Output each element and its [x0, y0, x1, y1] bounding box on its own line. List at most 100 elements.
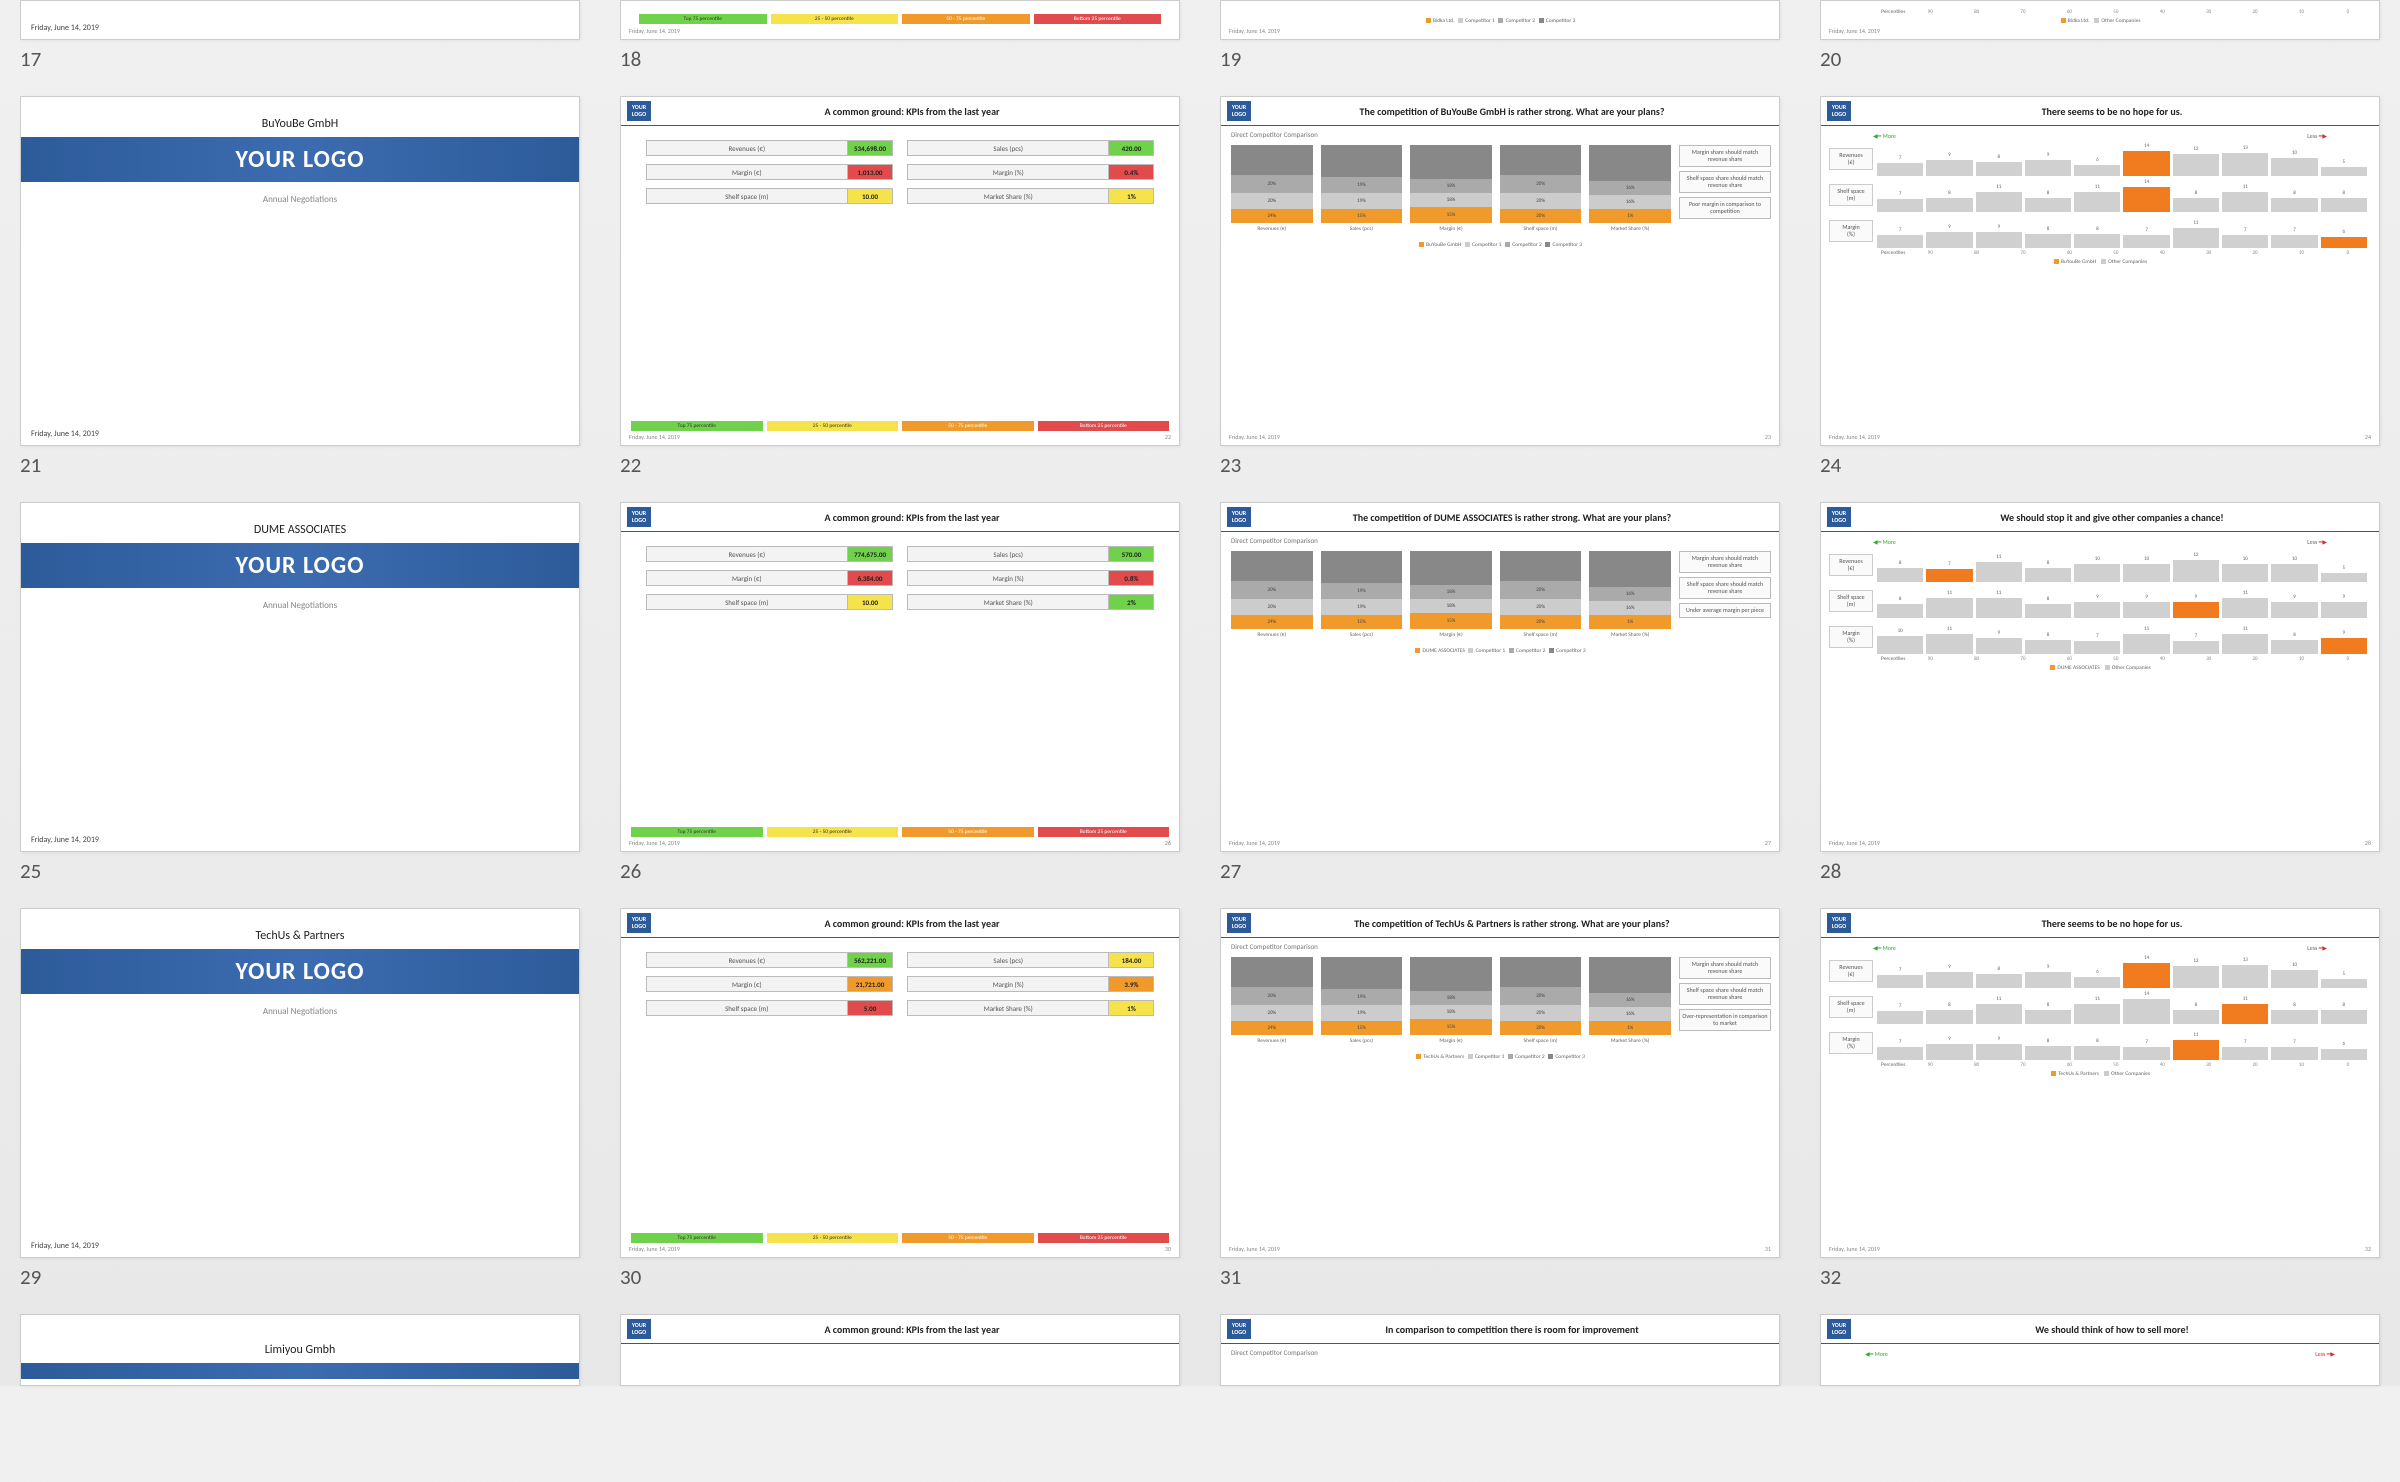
slide-thumbnail[interactable]: YOURLOGOThe competition of BuYouBe GmbH …	[1220, 96, 1780, 478]
bar-segment: 18%	[1410, 991, 1492, 1005]
kpi-value: 774,675.00	[848, 547, 892, 561]
slide-number: 17	[20, 46, 580, 72]
slide-thumbnail[interactable]: YOURLOGOA common ground: KPIs from the l…	[620, 502, 1180, 884]
slide-number: 25	[20, 858, 580, 884]
logo-badge: YOURLOGO	[1227, 1319, 1251, 1339]
slide-thumbnail[interactable]: YOURLOGOA common ground: KPIs from the l…	[620, 1314, 1180, 1386]
percentile-bar: 8	[2173, 1010, 2219, 1024]
slide-thumbnail[interactable]: Percentiles9080706050403020100 Bidka Ltd…	[1820, 0, 2380, 72]
legend-item: 25 - 50 percentile	[767, 827, 899, 837]
comp-body: 20%20%24%Revenues (€)19%19%15%Sales (pcs…	[1221, 951, 1779, 1052]
kpi-value: 2%	[1109, 595, 1153, 609]
chart-subtitle: Direct Competitor Comparison	[1221, 126, 1779, 139]
axis-label: Market Share (%)	[1611, 226, 1650, 236]
percentile-bar: 5	[2321, 573, 2367, 582]
percentile-bar: 9	[1976, 638, 2022, 654]
kpi-label: Margin (€)	[647, 977, 848, 991]
slide-number: 32	[1820, 1264, 2380, 1290]
kpi-row: Margin (€)21,721.00	[646, 976, 893, 992]
axis-label: Shelf space (m)	[1524, 226, 1558, 236]
stacked-bar-chart: 20%20%24%Revenues (€)19%19%15%Sales (pcs…	[1229, 957, 1673, 1052]
axis-label: Shelf space (m)	[1524, 1038, 1558, 1048]
slide-thumbnail[interactable]: YOURLOGOThe competition of DUME ASSOCIAT…	[1220, 502, 1780, 884]
bar-segment	[1231, 957, 1313, 987]
logo-badge: YOURLOGO	[627, 913, 651, 933]
percentile-body: ◀━ MoreLess ━▶Revenues(€)79896141213105S…	[1821, 126, 2379, 265]
chart-legend: BuYouBe GmbH Other Companies	[1829, 256, 2371, 265]
slide-canvas: YOURLOGOThere seems to be no hope for us…	[1820, 908, 2380, 1258]
kpi-label: Sales (pcs)	[908, 141, 1109, 155]
chart-legend: BuYouBe GmbH Competitor 1 Competitor 2 C…	[1221, 240, 1779, 248]
slide-header: YOURLOGOA common ground: KPIs from the l…	[621, 97, 1179, 126]
more-arrow-icon: ◀━ More	[1873, 538, 1896, 546]
bar-segment	[1321, 957, 1403, 989]
bar-segment	[1231, 145, 1313, 175]
percentile-row: Margin(%)10119871171189	[1829, 620, 2371, 654]
logo-badge: YOURLOGO	[1827, 507, 1851, 527]
bar-segment: 18%	[1410, 599, 1492, 613]
bar-segment: 24%	[1231, 209, 1313, 223]
insight-box: Margin share should match revenue share	[1679, 551, 1771, 573]
percentile-row: Revenues(€)79896141213105	[1829, 954, 2371, 988]
percentile-bar: 11	[1926, 598, 1972, 618]
percentile-bar: 11	[2074, 1004, 2120, 1024]
percentile-bar: 14	[2123, 187, 2169, 212]
slide-thumbnail[interactable]: Limiyou Gmbh	[20, 1314, 580, 1386]
kpi-value: 184.00	[1109, 953, 1153, 967]
legend-item: 25 - 50 percentile	[767, 421, 899, 431]
percentile-bar: 12	[2173, 154, 2219, 176]
bar-segment: 16%	[1589, 993, 1671, 1007]
slide-thumbnail[interactable]: YOURLOGOThere seems to be no hope for us…	[1820, 908, 2380, 1290]
percentile-row: Shelf space(m)78118111481188	[1829, 990, 2371, 1024]
slide-thumbnail[interactable]: Bidka Ltd. Competitor 1 Competitor 2 Com…	[1220, 0, 1780, 72]
insight-box: Under average margin per piece	[1679, 603, 1771, 618]
kpi-value: 5.00	[848, 1001, 892, 1015]
slide-thumbnail[interactable]: BuYouBe GmbHYOUR LOGOAnnual Negotiations…	[20, 96, 580, 478]
kpi-body: Revenues (€)562,221.00Margin (€)21,721.0…	[621, 938, 1179, 1016]
stacked-bar-chart: 20%20%24%Revenues (€)19%19%15%Sales (pcs…	[1229, 551, 1673, 646]
bar-segment: 15%	[1321, 615, 1403, 629]
slide-thumbnail[interactable]: YOURLOGOA common ground: KPIs from the l…	[620, 908, 1180, 1290]
slide-thumbnail[interactable]: Friday, June 14, 201917	[20, 0, 580, 72]
slide-thumbnail[interactable]: YOURLOGOIn comparison to competition the…	[1220, 1314, 1780, 1386]
slide-thumbnail[interactable]: TechUs & PartnersYOUR LOGOAnnual Negotia…	[20, 908, 580, 1290]
kpi-label: Sales (pcs)	[908, 547, 1109, 561]
slide-title: The competition of BuYouBe GmbH is rathe…	[1251, 105, 1773, 118]
slide-number: 23	[1220, 452, 1780, 478]
slide-thumbnail[interactable]: YOURLOGOA common ground: KPIs from the l…	[620, 96, 1180, 478]
footer-date: Friday, June 14, 2019	[629, 839, 680, 847]
slide-number: 19	[1220, 46, 1780, 72]
slide-thumbnail[interactable]: DUME ASSOCIATESYOUR LOGOAnnual Negotiati…	[20, 502, 580, 884]
bar-segment	[1500, 957, 1582, 987]
slide-canvas: YOURLOGOA common ground: KPIs from the l…	[620, 96, 1180, 446]
slide-number: 22	[620, 452, 1180, 478]
kpi-label: Margin (€)	[647, 165, 848, 179]
percentile-bar: 7	[1877, 163, 1923, 176]
slide-thumbnail[interactable]: Top 75 percentile25 - 50 percentile50 - …	[620, 0, 1180, 72]
footer-date: Friday, June 14, 2019	[1229, 433, 1280, 441]
kpi-value: 570.00	[1109, 547, 1153, 561]
percentile-bar: 9	[1926, 160, 1972, 176]
bar-segment: 1%	[1589, 1021, 1671, 1035]
less-arrow-icon: Less ━▶	[2307, 132, 2327, 140]
footer-page: 28	[2365, 839, 2371, 847]
axis-label: Shelf space (m)	[1524, 632, 1558, 642]
percentile-bar: 8	[2074, 1046, 2120, 1060]
kpi-row: Sales (pcs)420.00	[907, 140, 1154, 156]
footer-date: Friday, June 14, 2019	[1229, 1245, 1280, 1253]
bar-segment	[1500, 551, 1582, 581]
slide-title: There seems to be no hope for us.	[1851, 917, 2373, 930]
slide-canvas: Percentiles9080706050403020100 Bidka Ltd…	[1820, 0, 2380, 40]
chart-subtitle: Direct Competitor Comparison	[1221, 1344, 1779, 1357]
bar-segment: 20%	[1231, 175, 1313, 193]
chart-subtitle: Direct Competitor Comparison	[1221, 532, 1779, 545]
footer-date: Friday, June 14, 2019	[1829, 1245, 1880, 1253]
slide-thumbnail[interactable]: YOURLOGOWe should stop it and give other…	[1820, 502, 2380, 884]
logo-band: YOUR LOGO	[21, 137, 579, 182]
percentile-bar: 9	[2321, 602, 2367, 618]
slide-thumbnail[interactable]: YOURLOGOThe competition of TechUs & Part…	[1220, 908, 1780, 1290]
slide-thumbnail[interactable]: YOURLOGOWe should think of how to sell m…	[1820, 1314, 2380, 1386]
bar-segment: 20%	[1500, 175, 1582, 193]
kpi-legend: Top 75 percentile25 - 50 percentile50 - …	[621, 827, 1179, 837]
slide-thumbnail[interactable]: YOURLOGOThere seems to be no hope for us…	[1820, 96, 2380, 478]
